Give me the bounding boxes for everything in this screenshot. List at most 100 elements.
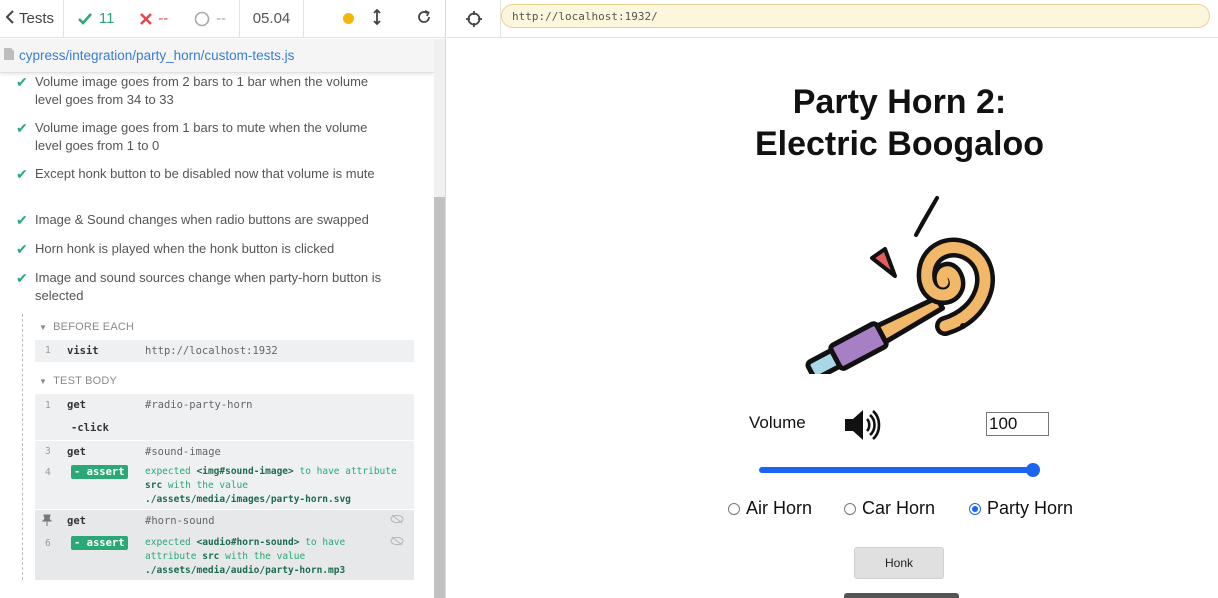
title-line-2: Electric Boogaloo <box>754 125 1045 163</box>
resize-icon[interactable] <box>372 8 382 29</box>
command-message: #horn-sound <box>145 515 215 527</box>
assert-attr: src <box>145 480 163 491</box>
radio-button[interactable] <box>844 502 856 515</box>
title-line-1: Party Horn 2: <box>792 83 1007 121</box>
test-title: Except honk button to be disabled now th… <box>35 166 375 181</box>
radio-air-horn[interactable]: Air Horn <box>728 498 812 519</box>
volume-label: Volume <box>749 413 806 432</box>
test-stats: 11 -- -- <box>64 0 240 38</box>
reload-icon[interactable] <box>416 9 432 29</box>
passed-stat: 11 <box>77 10 114 27</box>
volume-slider[interactable] <box>759 467 1035 473</box>
party-horn-image <box>805 196 995 374</box>
chevron-left-icon <box>5 9 15 28</box>
command-number: 4 <box>45 467 51 478</box>
command-name: visit <box>67 345 99 357</box>
radio-button-checked[interactable] <box>969 502 981 515</box>
command-name: -click <box>71 422 109 434</box>
spec-path[interactable]: cypress/integration/party_horn/custom-te… <box>19 48 294 63</box>
reporter-controls <box>304 0 445 38</box>
test-item[interactable]: ✔ Volume image goes from 2 bars to 1 bar … <box>16 73 396 109</box>
assert-subject: <img#sound-image> <box>196 466 294 477</box>
reporter-header: Tests 11 -- -- 05.04 <box>0 0 445 38</box>
command-name: get <box>67 515 86 527</box>
crosshair-icon <box>465 10 482 27</box>
scrollbar-thumb[interactable] <box>434 197 445 598</box>
test-item[interactable]: ✔ Image and sound sources change when par… <box>16 269 396 305</box>
assert-value: ./assets/media/images/party-horn.svg <box>145 494 351 505</box>
command-name: get <box>67 399 86 411</box>
selector-playground-button[interactable] <box>447 0 501 38</box>
command-message: http://localhost:1932 <box>145 345 278 357</box>
check-icon: ✔ <box>16 120 28 136</box>
radio-party-horn[interactable]: Party Horn <box>969 498 1073 519</box>
command-row[interactable]: 3 get #sound-image 4 - assert expected <… <box>35 441 414 509</box>
test-title: Volume image goes from 2 bars to 1 bar w… <box>35 74 369 107</box>
eye-slash-icon[interactable] <box>390 536 404 549</box>
assert-text: expected <box>145 537 191 548</box>
hook-title: TEST BODY <box>53 375 118 387</box>
test-item[interactable]: ✔ Volume image goes from 1 bars to mute w… <box>16 119 396 155</box>
test-title: Horn honk is played when the honk button… <box>35 241 335 256</box>
assert-label: - assert <box>71 465 128 479</box>
command-message: #sound-image <box>145 446 221 458</box>
check-icon: ✔ <box>16 166 28 182</box>
duration: 05.04 <box>240 0 304 38</box>
app-under-test: Party Horn 2: Electric Boogaloo Volume 1… <box>447 39 1218 598</box>
pause-dot-icon[interactable] <box>343 13 354 24</box>
caret-down-icon: ▼ <box>39 376 48 386</box>
test-title: Volume image goes from 1 bars to mute wh… <box>35 120 368 153</box>
command-row[interactable]: 1 visit http://localhost:1932 <box>35 340 414 362</box>
test-item[interactable]: ✔ Image & Sound changes when radio button… <box>16 211 396 229</box>
file-icon <box>4 47 14 65</box>
pending-count: -- <box>216 10 227 27</box>
radio-car-horn[interactable]: Car Horn <box>844 498 935 519</box>
pending-stat: -- <box>194 10 226 27</box>
reporter-panel: Tests 11 -- -- 05.04 cypress/integration… <box>0 0 446 598</box>
hook-title: BEFORE EACH <box>53 321 135 333</box>
test-title: Image and sound sources change when part… <box>35 270 382 303</box>
assert-text: expected <box>145 466 191 477</box>
honk-button[interactable]: Honk <box>854 547 944 579</box>
back-to-tests-button[interactable]: Tests <box>0 0 64 38</box>
test-item[interactable]: ✔ Horn honk is played when the honk butto… <box>16 240 396 258</box>
spec-file-bar[interactable]: cypress/integration/party_horn/custom-te… <box>0 39 434 73</box>
radio-label: Air Horn <box>746 498 813 518</box>
command-row[interactable]: 1 get #radio-party-horn -click <box>35 394 414 440</box>
volume-icon <box>845 410 881 440</box>
test-item[interactable]: ✔ Except honk button to be disabled now t… <box>16 165 396 183</box>
x-icon <box>140 12 153 25</box>
command-number: 1 <box>45 400 51 411</box>
command-row-pinned[interactable]: get #horn-sound 6 - assert expected <aud… <box>35 510 414 580</box>
assert-text: to have attribute <box>299 466 397 477</box>
url-bar[interactable]: http://localhost:1932/ <box>501 4 1210 28</box>
hook-before-each[interactable]: ▼ BEFORE EACH <box>39 321 134 333</box>
test-title: Image & Sound changes when radio buttons… <box>35 212 369 227</box>
assert-text: with the value <box>167 480 248 491</box>
assert-attr: src <box>202 551 220 562</box>
assert-text: with the value <box>225 551 306 562</box>
command-name: get <box>67 446 86 458</box>
check-icon: ✔ <box>16 212 28 228</box>
assert-message: expected <audio#horn-sound> to have attr… <box>145 536 375 578</box>
cypress-runner: Tests 11 -- -- 05.04 cypress/integration… <box>0 0 1218 598</box>
failed-count: -- <box>158 10 169 27</box>
check-icon <box>78 12 92 25</box>
volume-slider-thumb[interactable] <box>1026 463 1040 477</box>
pin-icon[interactable] <box>41 514 53 529</box>
volume-number-input[interactable] <box>986 412 1049 436</box>
spinner-icon <box>194 11 210 26</box>
radio-button[interactable] <box>728 502 740 515</box>
back-label: Tests <box>19 10 55 27</box>
radio-label: Party Horn <box>987 498 1074 518</box>
assert-badge: - assert <box>71 536 128 550</box>
command-log: ▼ BEFORE EACH 1 visit http://localhost:19… <box>22 314 416 580</box>
command-number: 6 <box>45 538 51 549</box>
assert-message: expected <img#sound-image> to have attri… <box>145 465 407 507</box>
assert-badge: - assert <box>71 465 128 479</box>
hook-test-body[interactable]: ▼ TEST BODY <box>39 375 117 387</box>
eye-slash-icon[interactable] <box>390 514 404 527</box>
assert-value: ./assets/media/audio/party-horn.mp3 <box>145 565 346 576</box>
caret-down-icon: ▼ <box>39 322 48 332</box>
command-message: #radio-party-horn <box>145 399 253 411</box>
